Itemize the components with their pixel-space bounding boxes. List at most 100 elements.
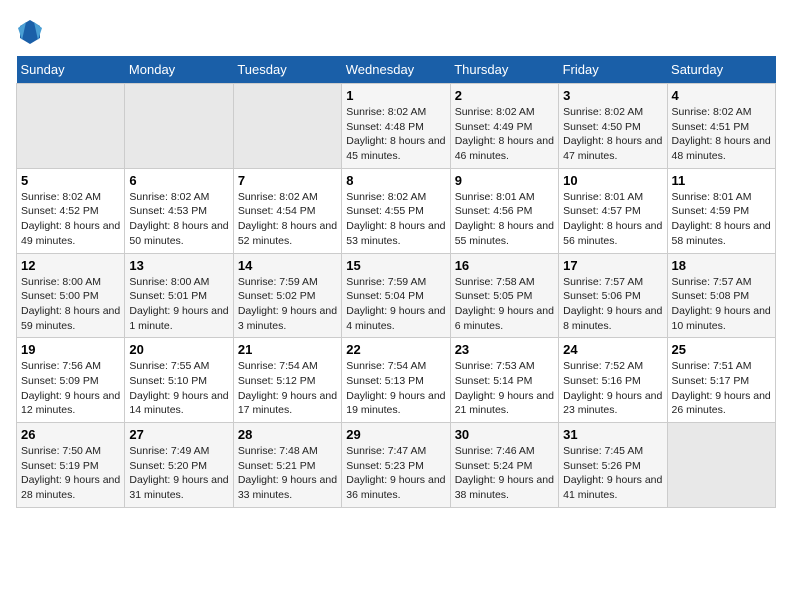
- day-content: Sunrise: 8:02 AMSunset: 4:54 PMDaylight:…: [238, 190, 337, 249]
- day-content: Sunrise: 7:51 AMSunset: 5:17 PMDaylight:…: [672, 359, 771, 418]
- day-content: Sunrise: 7:50 AMSunset: 5:19 PMDaylight:…: [21, 444, 120, 503]
- calendar-cell: 22 Sunrise: 7:54 AMSunset: 5:13 PMDayligh…: [342, 338, 450, 423]
- page-header: [16, 16, 776, 44]
- day-number: 18: [672, 258, 771, 273]
- day-number: 1: [346, 88, 445, 103]
- day-number: 9: [455, 173, 554, 188]
- day-content: Sunrise: 7:46 AMSunset: 5:24 PMDaylight:…: [455, 444, 554, 503]
- calendar-cell: 12 Sunrise: 8:00 AMSunset: 5:00 PMDayligh…: [17, 253, 125, 338]
- day-number: 13: [129, 258, 228, 273]
- day-content: Sunrise: 7:48 AMSunset: 5:21 PMDaylight:…: [238, 444, 337, 503]
- calendar-cell: 27 Sunrise: 7:49 AMSunset: 5:20 PMDayligh…: [125, 423, 233, 508]
- calendar-cell: 18 Sunrise: 7:57 AMSunset: 5:08 PMDayligh…: [667, 253, 775, 338]
- day-content: Sunrise: 8:01 AMSunset: 4:59 PMDaylight:…: [672, 190, 771, 249]
- calendar-cell: 11 Sunrise: 8:01 AMSunset: 4:59 PMDayligh…: [667, 168, 775, 253]
- day-content: Sunrise: 7:59 AMSunset: 5:02 PMDaylight:…: [238, 275, 337, 334]
- calendar-cell: 6 Sunrise: 8:02 AMSunset: 4:53 PMDaylight…: [125, 168, 233, 253]
- day-number: 15: [346, 258, 445, 273]
- day-number: 7: [238, 173, 337, 188]
- calendar-cell: 28 Sunrise: 7:48 AMSunset: 5:21 PMDayligh…: [233, 423, 341, 508]
- day-number: 5: [21, 173, 120, 188]
- logo-icon: [16, 16, 44, 44]
- calendar-cell: 25 Sunrise: 7:51 AMSunset: 5:17 PMDayligh…: [667, 338, 775, 423]
- day-number: 3: [563, 88, 662, 103]
- calendar-cell: 14Sunrise: 7:59 AMSunset: 5:02 PMDayligh…: [233, 253, 341, 338]
- calendar-cell: 2 Sunrise: 8:02 AMSunset: 4:49 PMDaylight…: [450, 84, 558, 169]
- day-content: Sunrise: 7:59 AMSunset: 5:04 PMDaylight:…: [346, 275, 445, 334]
- day-content: Sunrise: 7:57 AMSunset: 5:06 PMDaylight:…: [563, 275, 662, 334]
- day-content: Sunrise: 7:58 AMSunset: 5:05 PMDaylight:…: [455, 275, 554, 334]
- calendar-cell: [667, 423, 775, 508]
- day-content: Sunrise: 8:00 AMSunset: 5:00 PMDaylight:…: [21, 275, 120, 334]
- calendar-cell: 3 Sunrise: 8:02 AMSunset: 4:50 PMDaylight…: [559, 84, 667, 169]
- day-content: Sunrise: 8:01 AMSunset: 4:57 PMDaylight:…: [563, 190, 662, 249]
- calendar-cell: 26 Sunrise: 7:50 AMSunset: 5:19 PMDayligh…: [17, 423, 125, 508]
- calendar-cell: 13 Sunrise: 8:00 AMSunset: 5:01 PMDayligh…: [125, 253, 233, 338]
- day-number: 26: [21, 427, 120, 442]
- day-number: 28: [238, 427, 337, 442]
- day-number: 6: [129, 173, 228, 188]
- day-number: 19: [21, 342, 120, 357]
- weekday-header-tuesday: Tuesday: [233, 56, 341, 84]
- calendar-cell: 8 Sunrise: 8:02 AMSunset: 4:55 PMDaylight…: [342, 168, 450, 253]
- calendar-cell: 4 Sunrise: 8:02 AMSunset: 4:51 PMDaylight…: [667, 84, 775, 169]
- calendar-cell: 29 Sunrise: 7:47 AMSunset: 5:23 PMDayligh…: [342, 423, 450, 508]
- day-content: Sunrise: 7:54 AMSunset: 5:12 PMDaylight:…: [238, 359, 337, 418]
- day-content: Sunrise: 8:01 AMSunset: 4:56 PMDaylight:…: [455, 190, 554, 249]
- day-content: Sunrise: 8:02 AMSunset: 4:51 PMDaylight:…: [672, 105, 771, 164]
- calendar-cell: 5 Sunrise: 8:02 AMSunset: 4:52 PMDaylight…: [17, 168, 125, 253]
- weekday-header-saturday: Saturday: [667, 56, 775, 84]
- calendar-cell: 17 Sunrise: 7:57 AMSunset: 5:06 PMDayligh…: [559, 253, 667, 338]
- day-number: 30: [455, 427, 554, 442]
- day-number: 21: [238, 342, 337, 357]
- calendar-table: SundayMondayTuesdayWednesdayThursdayFrid…: [16, 56, 776, 508]
- day-content: Sunrise: 8:00 AMSunset: 5:01 PMDaylight:…: [129, 275, 228, 334]
- logo: [16, 16, 48, 44]
- weekday-header-friday: Friday: [559, 56, 667, 84]
- calendar-cell: 15 Sunrise: 7:59 AMSunset: 5:04 PMDayligh…: [342, 253, 450, 338]
- calendar-cell: 31 Sunrise: 7:45 AMSunset: 5:26 PMDayligh…: [559, 423, 667, 508]
- weekday-header-sunday: Sunday: [17, 56, 125, 84]
- calendar-cell: 10 Sunrise: 8:01 AMSunset: 4:57 PMDayligh…: [559, 168, 667, 253]
- day-number: 31: [563, 427, 662, 442]
- day-number: 25: [672, 342, 771, 357]
- day-content: Sunrise: 8:02 AMSunset: 4:55 PMDaylight:…: [346, 190, 445, 249]
- day-number: 12: [21, 258, 120, 273]
- day-content: Sunrise: 8:02 AMSunset: 4:48 PMDaylight:…: [346, 105, 445, 164]
- day-number: 10: [563, 173, 662, 188]
- day-content: Sunrise: 7:49 AMSunset: 5:20 PMDaylight:…: [129, 444, 228, 503]
- day-content: Sunrise: 8:02 AMSunset: 4:52 PMDaylight:…: [21, 190, 120, 249]
- day-content: Sunrise: 7:57 AMSunset: 5:08 PMDaylight:…: [672, 275, 771, 334]
- day-content: Sunrise: 8:02 AMSunset: 4:49 PMDaylight:…: [455, 105, 554, 164]
- calendar-cell: 21 Sunrise: 7:54 AMSunset: 5:12 PMDayligh…: [233, 338, 341, 423]
- day-number: 8: [346, 173, 445, 188]
- day-number: 24: [563, 342, 662, 357]
- day-content: Sunrise: 7:54 AMSunset: 5:13 PMDaylight:…: [346, 359, 445, 418]
- calendar-cell: 30 Sunrise: 7:46 AMSunset: 5:24 PMDayligh…: [450, 423, 558, 508]
- day-number: 29: [346, 427, 445, 442]
- day-content: Sunrise: 8:02 AMSunset: 4:53 PMDaylight:…: [129, 190, 228, 249]
- day-number: 23: [455, 342, 554, 357]
- day-content: Sunrise: 7:55 AMSunset: 5:10 PMDaylight:…: [129, 359, 228, 418]
- calendar-cell: [125, 84, 233, 169]
- day-content: Sunrise: 8:02 AMSunset: 4:50 PMDaylight:…: [563, 105, 662, 164]
- day-number: 27: [129, 427, 228, 442]
- day-number: 16: [455, 258, 554, 273]
- day-number: 4: [672, 88, 771, 103]
- day-content: Sunrise: 7:47 AMSunset: 5:23 PMDaylight:…: [346, 444, 445, 503]
- day-content: Sunrise: 7:52 AMSunset: 5:16 PMDaylight:…: [563, 359, 662, 418]
- day-content: Sunrise: 7:56 AMSunset: 5:09 PMDaylight:…: [21, 359, 120, 418]
- day-content: Sunrise: 7:45 AMSunset: 5:26 PMDaylight:…: [563, 444, 662, 503]
- weekday-header-thursday: Thursday: [450, 56, 558, 84]
- calendar-cell: [17, 84, 125, 169]
- calendar-cell: 20 Sunrise: 7:55 AMSunset: 5:10 PMDayligh…: [125, 338, 233, 423]
- day-number: 22: [346, 342, 445, 357]
- day-number: 17: [563, 258, 662, 273]
- day-number: 11: [672, 173, 771, 188]
- calendar-cell: 24 Sunrise: 7:52 AMSunset: 5:16 PMDayligh…: [559, 338, 667, 423]
- day-number: 20: [129, 342, 228, 357]
- day-number: 2: [455, 88, 554, 103]
- day-content: Sunrise: 7:53 AMSunset: 5:14 PMDaylight:…: [455, 359, 554, 418]
- calendar-cell: 9 Sunrise: 8:01 AMSunset: 4:56 PMDaylight…: [450, 168, 558, 253]
- weekday-header-wednesday: Wednesday: [342, 56, 450, 84]
